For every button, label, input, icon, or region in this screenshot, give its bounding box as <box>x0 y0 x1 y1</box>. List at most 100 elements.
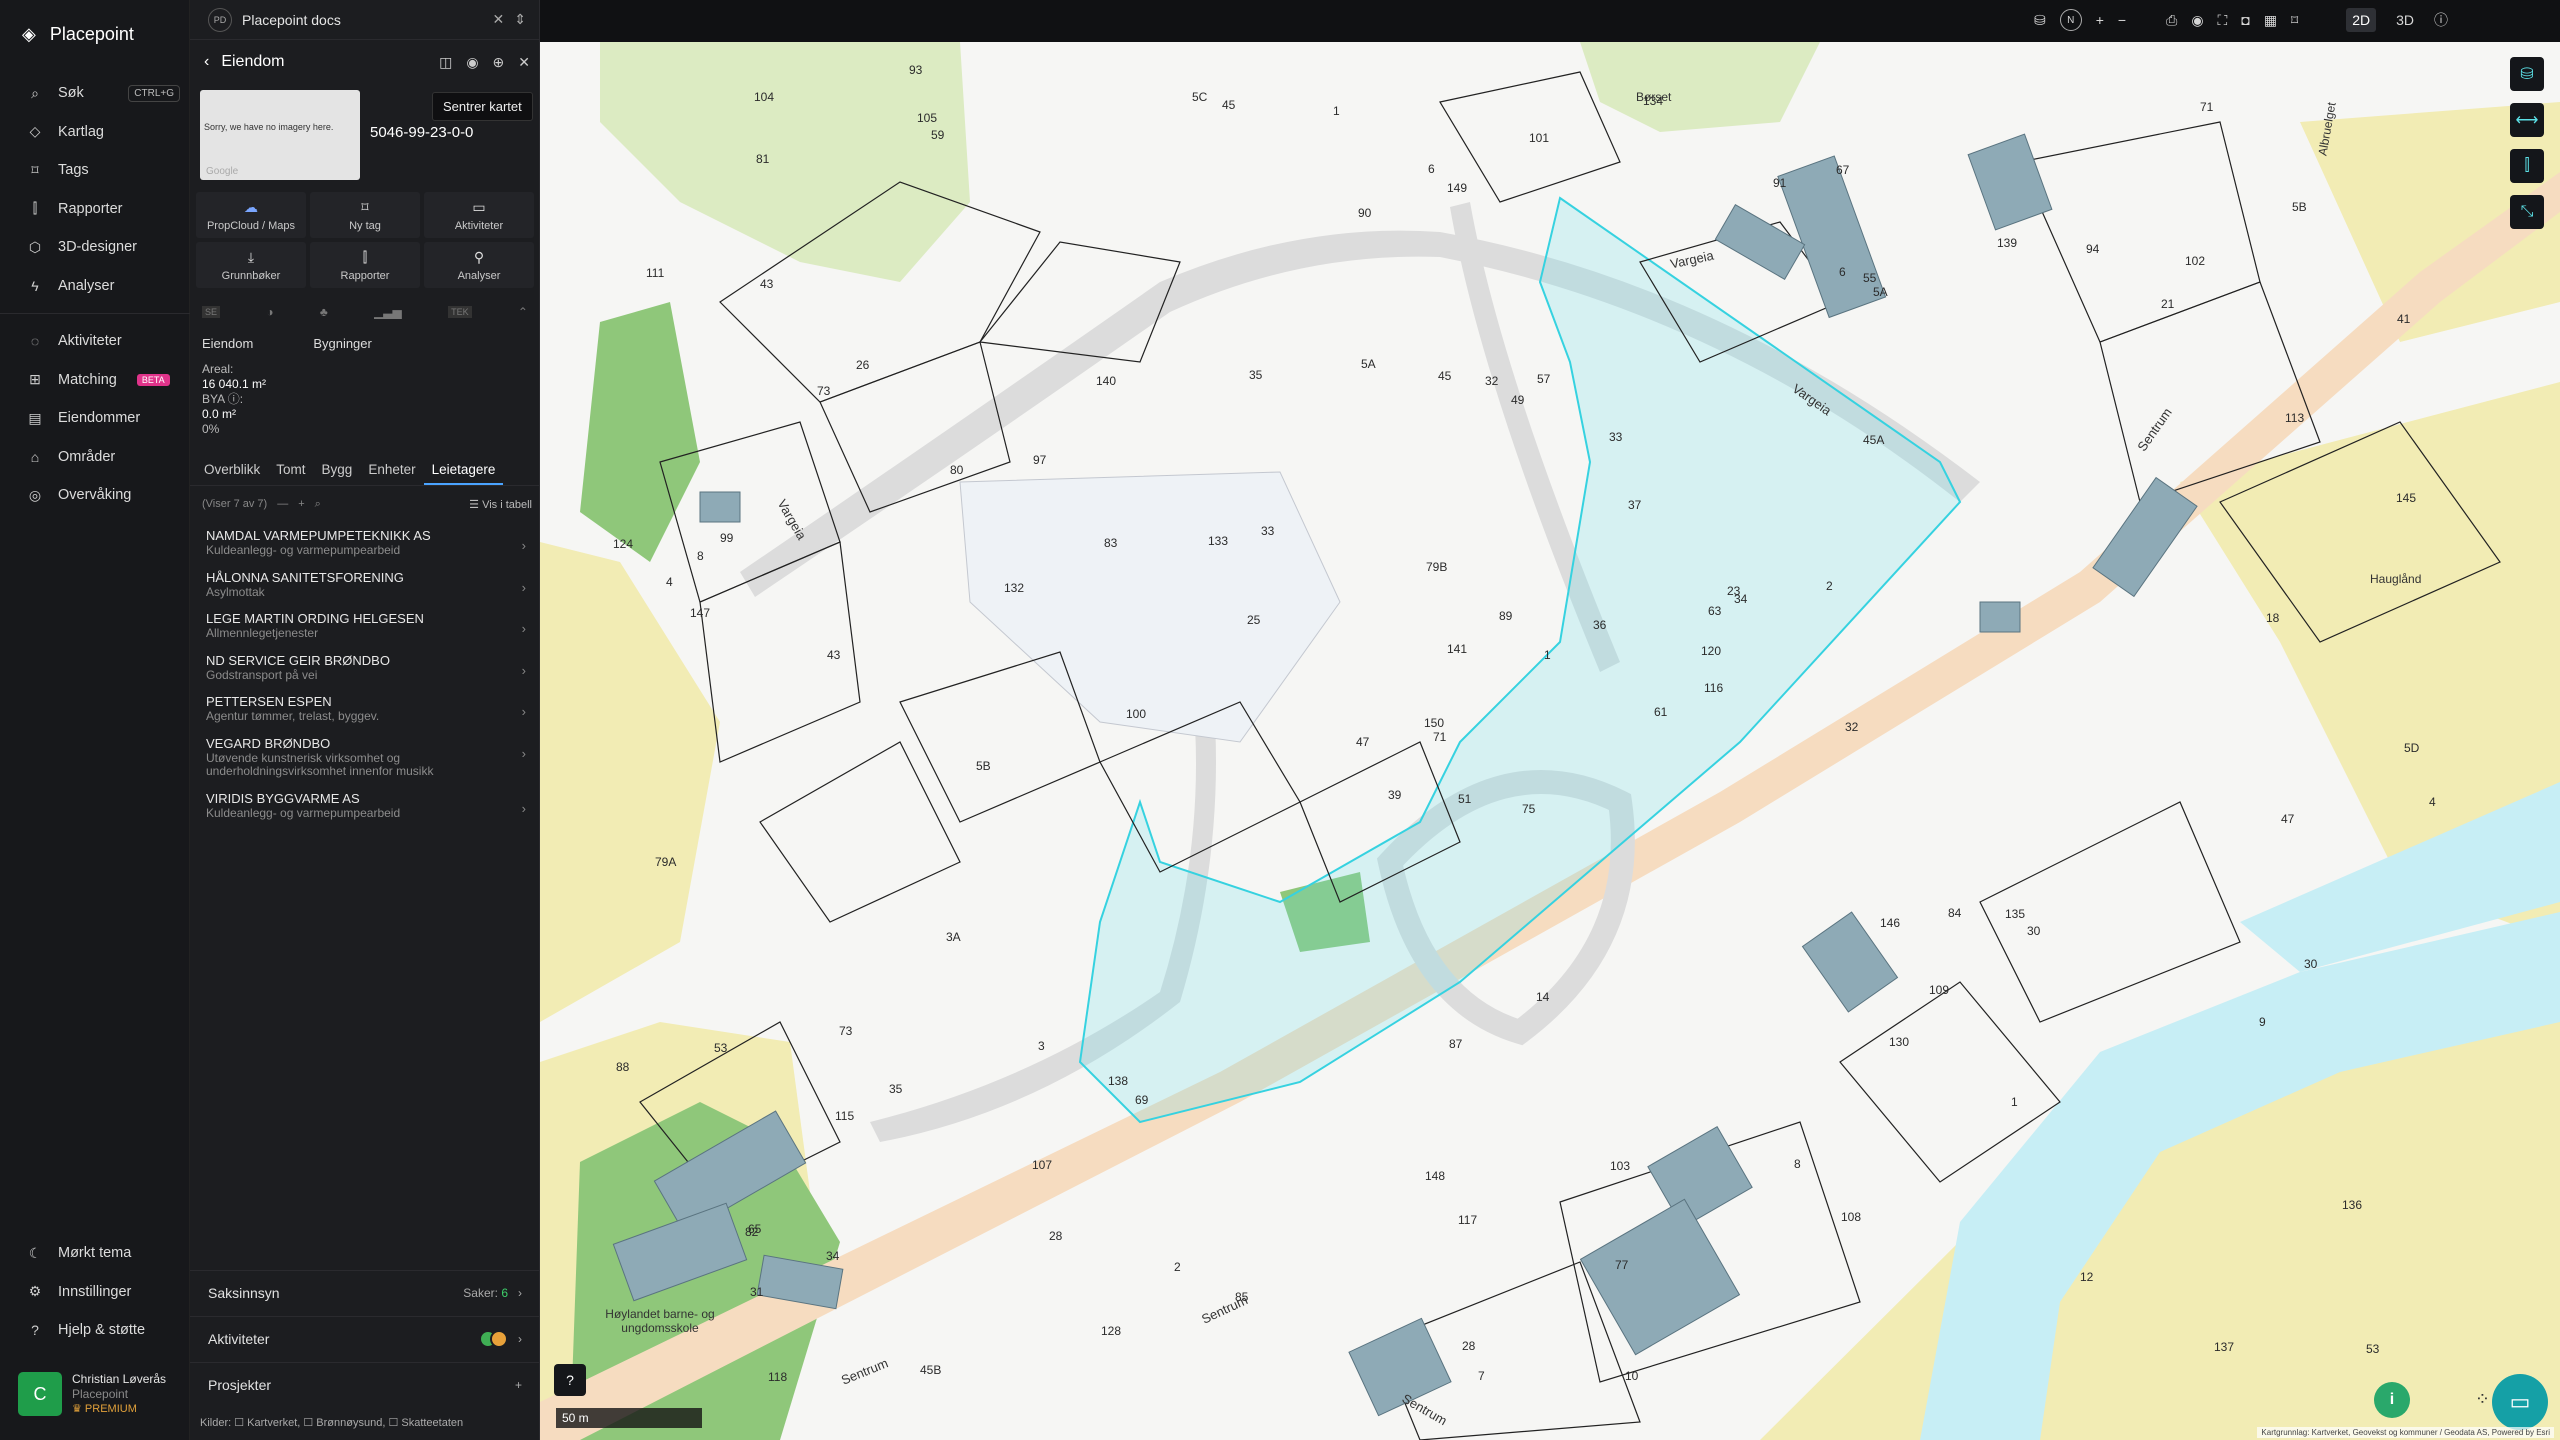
parcel-number-label: 8 <box>697 549 704 563</box>
parcel-number-label: 5B <box>976 759 991 773</box>
nav-kartlag[interactable]: ◇ Kartlag <box>0 113 190 152</box>
nav-analyser[interactable]: ϟ Analyser <box>0 267 190 306</box>
fullscreen-icon[interactable]: ⛶ <box>2218 12 2228 29</box>
layers-stack-icon[interactable]: ⛁ <box>2034 12 2046 29</box>
se-icon[interactable]: SE <box>202 306 221 318</box>
reports-button[interactable]: ⫿ Rapporter <box>310 242 420 288</box>
nav-3d-designer[interactable]: ⬡ 3D-designer <box>0 228 190 267</box>
tree-icon[interactable]: ♣ <box>320 305 328 319</box>
bolt-icon: ϟ <box>31 277 39 294</box>
aktiviteter-row[interactable]: Aktiviteter › <box>190 1316 540 1360</box>
globe-icon[interactable]: ◑ <box>266 305 273 319</box>
property-panel: PD Placepoint docs ✕ ⇕ ‹ Eiendom ◫ ◉ ⊕ ✕… <box>190 0 540 1440</box>
zoom-out-icon[interactable]: − <box>2118 12 2126 28</box>
more-icon[interactable]: ⌃ <box>518 305 528 319</box>
propcloud-button[interactable]: ☁ PropCloud / Maps <box>196 192 306 238</box>
brand[interactable]: ◈ Placepoint <box>22 20 134 48</box>
analyses-button[interactable]: ⚲ Analyser <box>424 242 534 288</box>
map-help-button[interactable]: ? <box>554 1364 586 1396</box>
tab-tomt[interactable]: Tomt <box>268 458 313 485</box>
search-icon[interactable]: ⌕ <box>315 498 321 511</box>
parcel-number-label: 104 <box>754 90 775 104</box>
subtab-bygninger[interactable]: Bygninger <box>313 336 372 351</box>
parcel-number-label: 87 <box>1449 1037 1463 1051</box>
list-item[interactable]: VEGARD BRØNDBO Utøvende kunstnerisk virks… <box>190 736 540 791</box>
map-tool-layers[interactable]: ⛁ <box>2510 57 2544 91</box>
nav-rapporter[interactable]: ⫿ Rapporter <box>0 190 190 229</box>
parcel-number-label: 118 <box>768 1370 788 1384</box>
prosjekter-row[interactable]: Prosjekter + <box>190 1362 540 1406</box>
chat-button[interactable]: ▭ <box>2492 1374 2548 1430</box>
nav-dark-theme[interactable]: ☾ Mørkt tema <box>0 1234 190 1273</box>
parcel-number-label: 85 <box>1235 1290 1249 1304</box>
view-3d-button[interactable]: 3D <box>2390 8 2420 32</box>
parcel-number-label: 115 <box>835 1109 855 1123</box>
bookmark-icon: ⌑ <box>31 161 39 178</box>
print-icon[interactable]: ⎙ <box>2166 12 2177 29</box>
nav-tags[interactable]: ⌑ Tags <box>0 151 190 190</box>
user-name: Christian Løverås <box>72 1372 167 1386</box>
minus-icon[interactable]: — <box>277 498 288 510</box>
info-icon[interactable]: ⓘ <box>2434 10 2448 30</box>
tek-icon[interactable]: TEK <box>448 306 472 318</box>
moon-icon: ☾ <box>28 1244 42 1261</box>
list-item[interactable]: PETTERSEN ESPEN Agentur tømmer, trelast, … <box>190 694 540 736</box>
parcel-number-label: 5A <box>1873 285 1888 299</box>
list-item[interactable]: HÅLONNA SANITETSFORENING Asylmottak › <box>190 570 540 612</box>
parcel-number-label: 73 <box>817 384 831 398</box>
map-info-button[interactable]: i <box>2374 1382 2410 1418</box>
nav-matching[interactable]: ⊞ Matching BETA <box>0 361 190 400</box>
activities-button[interactable]: ▭ Aktiviteter <box>424 192 534 238</box>
camera-icon[interactable]: ◘ <box>2241 12 2249 28</box>
list-count: (Viser 7 av 7) <box>202 498 268 510</box>
saksinnsyn-row[interactable]: Saksinnsyn Saker: 6 › <box>190 1270 540 1314</box>
drag-handle-icon[interactable]: ⁘ <box>2475 1389 2490 1410</box>
nav-settings[interactable]: ⚙ Innstillinger <box>0 1273 190 1312</box>
eye-icon[interactable]: ◉ <box>2191 12 2203 29</box>
map-canvas[interactable]: Vargeia Vargeia Vargeia Sentrum Sentrum … <box>540 42 2560 1440</box>
map-tool-chart[interactable]: ⫿ <box>2510 149 2544 183</box>
parcel-number-label: 2 <box>1174 1260 1181 1274</box>
close-tab-icon[interactable]: ✕ <box>493 11 505 28</box>
bookmark-icon[interactable]: ⌑ <box>2291 12 2298 29</box>
view-2d-button[interactable]: 2D <box>2346 8 2377 32</box>
nav-aktiviteter[interactable]: ◌ Aktiviteter <box>0 322 190 361</box>
grid-icon[interactable]: ▦ <box>2264 12 2277 29</box>
center-map-icon[interactable]: ⊕ <box>493 54 505 71</box>
subtab-eiendom[interactable]: Eiendom <box>202 336 253 351</box>
docs-tab-title[interactable]: Placepoint docs <box>242 12 341 28</box>
add-icon[interactable]: + <box>515 1378 522 1392</box>
expand-icon[interactable]: ⇕ <box>514 11 526 28</box>
tab-overblikk[interactable]: Overblikk <box>196 458 268 485</box>
compass-icon[interactable]: N <box>2059 9 2082 31</box>
tab-leietagere[interactable]: Leietagere <box>423 458 504 485</box>
zoom-in-icon[interactable]: + <box>2096 12 2104 28</box>
parcel-number-label: 51 <box>1458 792 1472 806</box>
nav-overvaking[interactable]: ◎ Overvåking <box>0 476 190 515</box>
list-item[interactable]: NAMDAL VARMEPUMPETEKNIKK AS Kuldeanlegg- … <box>190 528 540 570</box>
imagery-thumbnail[interactable]: Sorry, we have no imagery here. Google <box>200 90 360 180</box>
eye-icon[interactable]: ◉ <box>466 54 478 71</box>
bars-icon[interactable]: ▁▃▅ <box>374 305 402 319</box>
user-card[interactable]: C Christian Løverås Placepoint ♛ PREMIUM <box>18 1372 183 1422</box>
nav-search[interactable]: ⌕ Søk CTRL+G <box>0 74 190 113</box>
parcel-number-label: 2 <box>1826 579 1833 593</box>
360-icon[interactable]: ◫ <box>439 54 452 71</box>
nav-omrader[interactable]: ⌂ Områder <box>0 438 190 477</box>
show-table-button[interactable]: ☰ Vis i tabell <box>469 498 532 511</box>
tab-bygg[interactable]: Bygg <box>314 458 361 485</box>
map-tool-transform[interactable]: ⤡ <box>2510 195 2544 229</box>
tab-enheter[interactable]: Enheter <box>360 458 423 485</box>
list-item[interactable]: ND SERVICE Geir Brøndbo Godstransport på … <box>190 653 540 695</box>
new-tag-button[interactable]: ⌑ Ny tag <box>310 192 420 238</box>
land-registry-button[interactable]: ⤓ Grunnbøker <box>196 242 306 288</box>
list-item[interactable]: VIRIDIS BYGGVARME AS Kuldeanlegg- og varm… <box>190 791 540 833</box>
panel-header: ‹ Eiendom ◫ ◉ ⊕ ✕ <box>190 42 540 82</box>
close-icon[interactable]: ✕ <box>518 54 530 71</box>
map-tool-measure[interactable]: ⟷ <box>2510 103 2544 137</box>
back-icon[interactable]: ‹ <box>204 53 209 71</box>
list-item[interactable]: LEGE MARTIN ORDING HELGESEN Allmennlegetj… <box>190 611 540 653</box>
nav-help[interactable]: ? Hjelp & støtte <box>0 1311 190 1350</box>
plus-icon[interactable]: + <box>298 498 304 510</box>
nav-eiendommer[interactable]: ▤ Eiendommer <box>0 399 190 438</box>
